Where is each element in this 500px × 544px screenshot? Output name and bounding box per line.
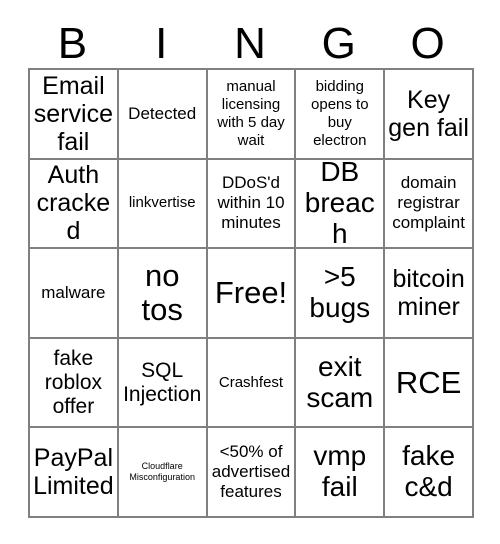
bingo-cell-label: domain registrar complaint [392, 173, 465, 233]
bingo-cell-label: Free! [214, 274, 288, 310]
bingo-cell-label: no tos [141, 257, 183, 327]
bingo-cell[interactable]: RCE [385, 338, 474, 429]
bingo-cell-label: RCE [395, 364, 462, 400]
bingo-cell[interactable]: <50% of advertised features [207, 428, 297, 518]
bingo-cell[interactable]: Cloudflare Misconfiguration [118, 428, 208, 518]
bingo-cell[interactable]: bidding opens to buy electron [296, 70, 386, 160]
bingo-cell-label: exit scam [306, 350, 374, 413]
bingo-header-letter-b: B [57, 19, 88, 68]
bingo-cell[interactable]: Auth cracked [30, 159, 119, 250]
bingo-cell-label: <50% of advertised features [211, 442, 291, 502]
bingo-cell-label: bidding opens to buy electron [311, 77, 369, 149]
bingo-cell[interactable]: vmp fail [296, 428, 386, 518]
bingo-header-letter-o: O [410, 19, 445, 68]
bingo-cell[interactable]: Key gen fail [385, 70, 474, 160]
bingo-cell[interactable]: Email service fail [30, 70, 119, 160]
bingo-cell-label: vmp fail [313, 440, 367, 503]
bingo-cell-label: PayPal Limited [33, 444, 114, 501]
bingo-cell[interactable]: >5 bugs [296, 249, 386, 339]
bingo-cell-label: manual licensing with 5 day wait [217, 77, 285, 149]
bingo-cell-label: fake c&d [402, 440, 456, 503]
bingo-cell[interactable]: manual licensing with 5 day wait [207, 70, 297, 160]
bingo-cell-label: >5 bugs [309, 261, 371, 323]
bingo-cell-free[interactable]: Free! [207, 249, 297, 339]
bingo-cell[interactable]: PayPal Limited [30, 428, 119, 518]
bingo-card: B I N G O Email service fail Detected ma… [28, 8, 474, 518]
bingo-cell-label: Cloudflare Misconfiguration [129, 460, 195, 483]
bingo-cell[interactable]: Detected [118, 70, 208, 160]
bingo-cell-label: Crashfest [218, 373, 284, 391]
bingo-cell-label: fake roblox offer [44, 346, 102, 418]
bingo-cell-label: DDoS'd within 10 minutes [217, 173, 285, 233]
bingo-cell[interactable]: DB breach [296, 159, 386, 250]
bingo-cell[interactable]: domain registrar complaint [385, 159, 474, 250]
bingo-cell[interactable]: SQL Injection [118, 338, 208, 429]
bingo-cell-label: bitcoin miner [392, 264, 465, 321]
bingo-grid: Email service fail Detected manual licen… [28, 68, 474, 518]
bingo-cell-label: SQL Injection [123, 358, 202, 406]
bingo-cell[interactable]: fake roblox offer [30, 338, 119, 429]
bingo-cell-label: linkvertise [128, 194, 196, 212]
bingo-cell[interactable]: linkvertise [118, 159, 208, 250]
bingo-header-letter-n: N [234, 19, 266, 68]
bingo-cell-label: Auth cracked [36, 161, 111, 246]
bingo-header-letter-g: G [321, 19, 356, 68]
bingo-cell[interactable]: DDoS'd within 10 minutes [207, 159, 297, 250]
bingo-cell-label: Detected [128, 103, 197, 123]
bingo-cell-label: malware [41, 282, 106, 302]
bingo-header: B I N G O [28, 8, 472, 68]
bingo-cell[interactable]: fake c&d [385, 428, 474, 518]
bingo-cell-label: Email service fail [33, 71, 113, 156]
bingo-cell[interactable]: Crashfest [207, 338, 297, 429]
bingo-cell-label: Key gen fail [388, 85, 469, 142]
bingo-cell[interactable]: no tos [118, 249, 208, 339]
bingo-cell[interactable]: bitcoin miner [385, 249, 474, 339]
bingo-cell[interactable]: exit scam [296, 338, 386, 429]
bingo-cell[interactable]: malware [30, 249, 119, 339]
bingo-cell-label: DB breach [304, 159, 375, 249]
bingo-header-letter-i: I [155, 19, 168, 68]
